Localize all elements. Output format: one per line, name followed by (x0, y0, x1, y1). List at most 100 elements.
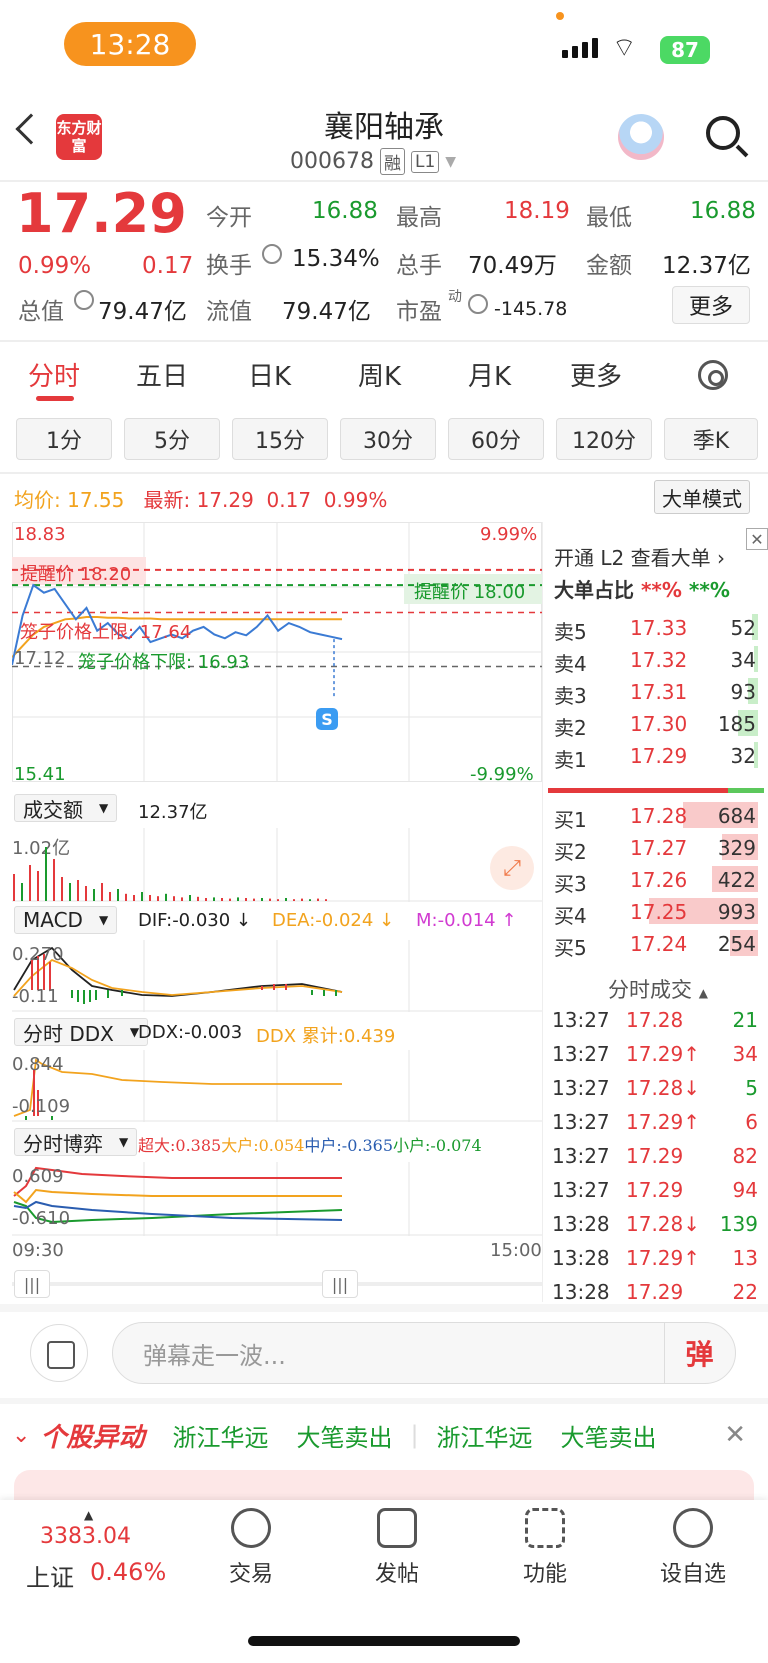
info-icon[interactable] (468, 294, 488, 314)
trade-price: 17.29 (626, 1280, 684, 1304)
bid-price: 17.28 (630, 804, 688, 828)
bid-row[interactable]: 买2 17.27 329 (554, 832, 760, 864)
search-icon[interactable] (706, 116, 740, 150)
trade-time: 13:27 (552, 1042, 610, 1066)
ask-price: 17.33 (630, 616, 688, 640)
nav-post[interactable]: 发帖 (342, 1508, 452, 1588)
period-60m[interactable]: 60分 (448, 418, 544, 460)
macd-top: 0.270 (12, 944, 64, 965)
period-quarter-k[interactable]: 季K (664, 418, 758, 460)
ddx-label: 分时 DDX (23, 1021, 114, 1046)
chevron-down-icon: ⌄ (12, 1422, 31, 1448)
macd-select[interactable]: MACD ▼ (14, 906, 118, 934)
bid-volume: 993 (717, 900, 756, 924)
trade-time: 13:27 (552, 1076, 610, 1100)
trades-title[interactable]: 分时成交 ▲ (608, 974, 708, 1004)
bid-row[interactable]: 买1 17.28 684 (554, 800, 760, 832)
info-icon[interactable] (262, 244, 282, 264)
gear-icon[interactable] (698, 360, 728, 390)
period-15m[interactable]: 15分 (232, 418, 328, 460)
close-icon[interactable]: ✕ (724, 1420, 746, 1450)
range-track (12, 1282, 542, 1286)
macd-chart (12, 940, 542, 1012)
avg-label: 均价: (14, 488, 61, 512)
period-30m[interactable]: 30分 (340, 418, 436, 460)
close-icon[interactable]: ✕ (746, 528, 768, 550)
period-1m[interactable]: 1分 (16, 418, 112, 460)
price-change: 0.17 (142, 253, 194, 279)
macd-bottom: -0.11 (12, 986, 59, 1007)
trade-time: 13:27 (552, 1008, 610, 1032)
x-start-label: 09:30 (12, 1240, 64, 1261)
trade-price: 17.29↑ (626, 1110, 701, 1134)
ticker-item[interactable]: 浙江华远 (172, 1418, 268, 1453)
robot-assistant-icon[interactable] (618, 114, 664, 160)
ask-row[interactable]: 卖4 17.32 34 (554, 644, 760, 676)
amount-value: 12.37亿 (662, 253, 751, 279)
volume-value: 12.37亿 (138, 802, 208, 823)
trade-time: 13:28 (552, 1280, 610, 1304)
danmu-settings-icon[interactable] (30, 1324, 88, 1382)
more-button[interactable]: 更多 (672, 286, 750, 324)
ask-price: 17.30 (630, 712, 688, 736)
trade-time: 13:28 (552, 1212, 610, 1236)
danmu-toggle-button[interactable]: 弹 (664, 1322, 734, 1384)
period-120m[interactable]: 120分 (556, 418, 652, 460)
ask-row[interactable]: 卖2 17.30 185 (554, 708, 760, 740)
promo-banner[interactable] (14, 1470, 754, 1500)
nav-trade[interactable]: 交易 (196, 1508, 306, 1588)
trade-volume: 22 (732, 1280, 758, 1304)
trades-title-text: 分时成交 (608, 978, 692, 1002)
tab-daily-k[interactable]: 日K (248, 356, 291, 393)
l2-link[interactable]: 开通 L2 查看大单 › (554, 542, 725, 571)
period-5m[interactable]: 5分 (124, 418, 220, 460)
index-value[interactable]: 3383.04 (40, 1524, 131, 1549)
pct-bottom-label: -9.99% (470, 764, 534, 785)
nav-post-label: 发帖 (374, 1562, 419, 1587)
bid-row[interactable]: 买3 17.26 422 (554, 864, 760, 896)
nav-watchlist[interactable]: 设自选 (638, 1508, 748, 1588)
game-select[interactable]: 分时博弈 ▼ (14, 1128, 138, 1156)
nav-functions[interactable]: 功能 (490, 1508, 600, 1588)
bid-row[interactable]: 买5 17.24 254 (554, 928, 760, 960)
trade-price: 17.29↑ (626, 1246, 701, 1270)
ddx-top: 0.844 (12, 1054, 64, 1075)
info-icon[interactable] (74, 290, 94, 310)
tab-more[interactable]: 更多 (570, 356, 622, 393)
expand-icon[interactable]: ⤢ (490, 846, 534, 890)
ticker-item[interactable]: 大笔卖出 (561, 1418, 657, 1453)
tab-five-day[interactable]: 五日 (136, 356, 188, 393)
ticker-item[interactable]: 浙江华远 (437, 1418, 533, 1453)
range-handle-right[interactable]: ||| (322, 1270, 358, 1298)
movement-ticker[interactable]: ⌄ 个股异动 浙江华远 大笔卖出 | 浙江华远 大笔卖出 ✕ (0, 1404, 768, 1466)
ask-row[interactable]: 卖3 17.31 93 (554, 676, 760, 708)
big-order-mode-button[interactable]: 大单模式 (654, 480, 750, 514)
game-label: 分时博弈 (23, 1131, 103, 1156)
tab-weekly-k[interactable]: 周K (358, 356, 401, 393)
ask-label: 卖5 (554, 620, 587, 644)
sell-marker[interactable]: S (316, 708, 338, 730)
range-handle-left[interactable]: ||| (14, 1270, 50, 1298)
bid-label: 买2 (554, 840, 587, 864)
volume-indicator-select[interactable]: 成交额 ▼ (14, 794, 118, 822)
caret-icon: ▼ (119, 1135, 129, 1149)
ddx-chart (12, 1050, 542, 1122)
bid-row[interactable]: 买4 17.25 993 (554, 896, 760, 928)
nav-trade-label: 交易 (228, 1562, 273, 1587)
trade-row: 13:27 17.29↑ 34 (552, 1038, 758, 1070)
caret-icon: ▼ (99, 801, 109, 815)
volume-chart (12, 828, 542, 902)
bid-price: 17.24 (630, 932, 688, 956)
ticker-item[interactable]: 大笔卖出 (296, 1418, 392, 1453)
stock-code-row[interactable]: 000678 融 L1 ▼ (290, 148, 456, 175)
tab-monthly-k[interactable]: 月K (468, 356, 511, 393)
ddx-select[interactable]: 分时 DDX ▼ (14, 1018, 149, 1046)
danmu-input[interactable]: 弹幕走一波... (112, 1322, 736, 1384)
tab-intraday[interactable]: 分时 (28, 356, 80, 393)
macd-dif: DIF:-0.030 ↓ (138, 910, 252, 931)
ask-row[interactable]: 卖5 17.33 52 (554, 612, 760, 644)
ask-volume: 32 (730, 744, 756, 768)
trade-volume: 139 (719, 1212, 758, 1236)
ask-row[interactable]: 卖1 17.29 32 (554, 740, 760, 772)
caret-up-icon: ▲ (698, 986, 708, 1000)
